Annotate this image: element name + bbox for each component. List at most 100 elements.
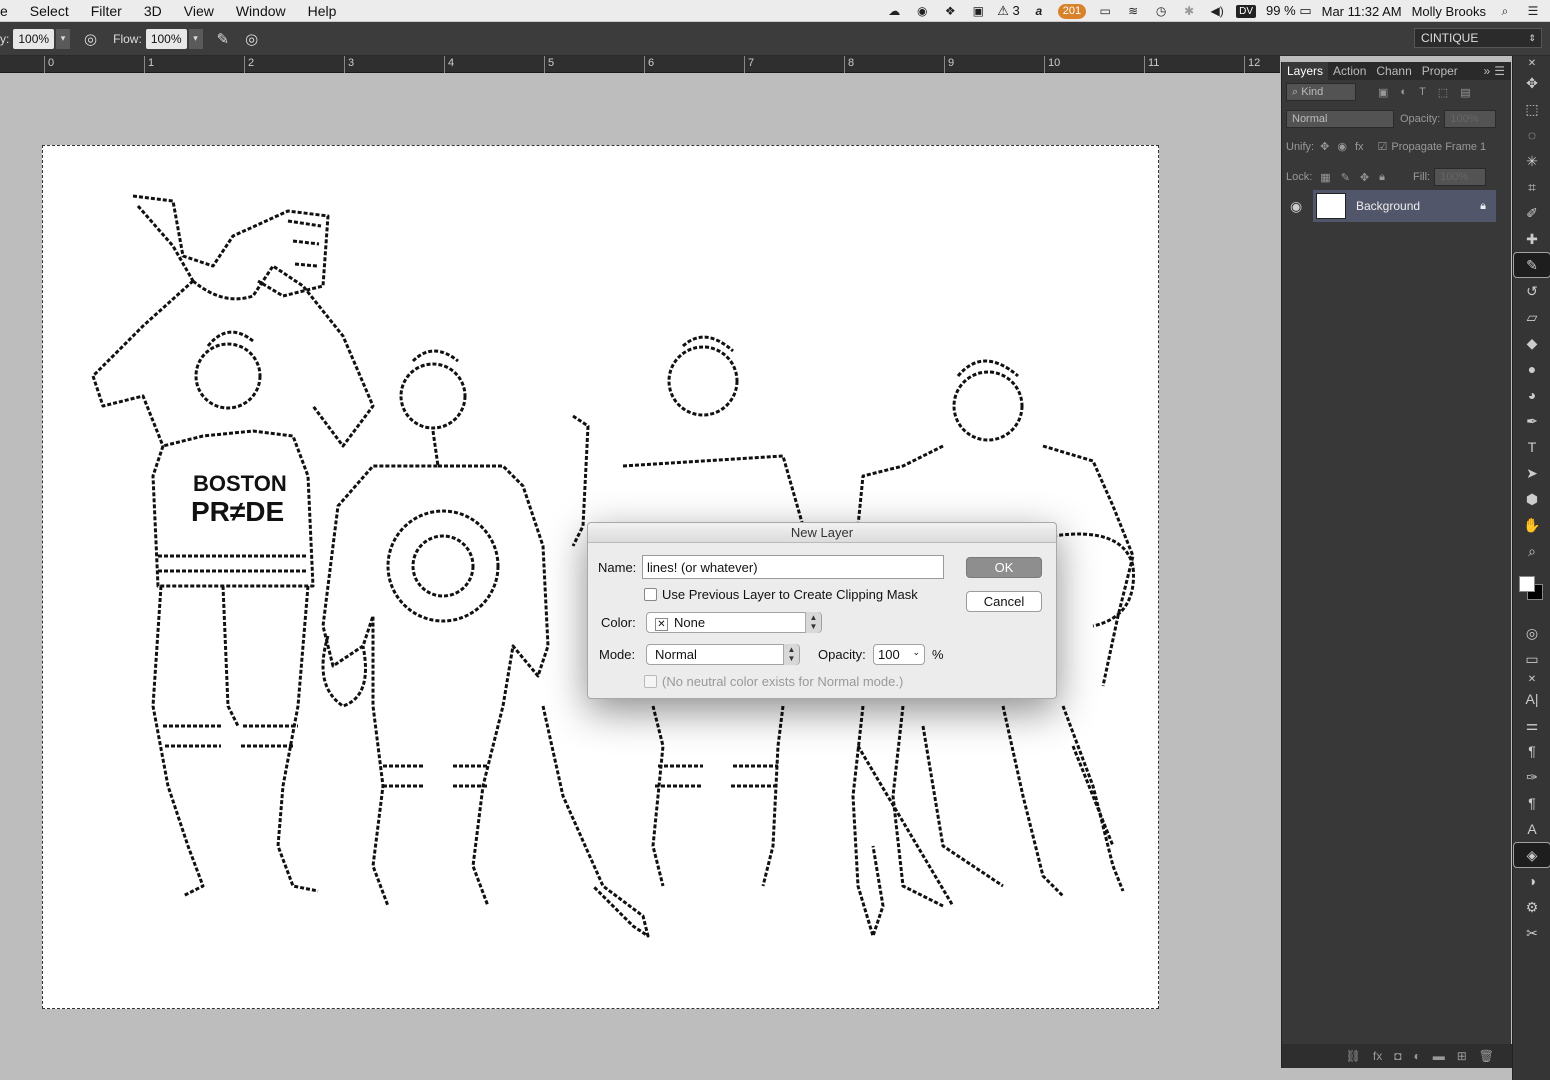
clipping-mask-checkbox[interactable] [644, 588, 657, 601]
add-mask-icon[interactable]: ◘ [1394, 1049, 1401, 1063]
menu-filter[interactable]: Filter [80, 3, 133, 19]
lock-image-icon[interactable]: ✎ [1341, 171, 1350, 184]
creative-cloud-icon[interactable]: ☁ [885, 4, 903, 18]
add-style-icon[interactable]: fx [1373, 1049, 1382, 1063]
brush-tool-icon[interactable]: ✎ [1513, 252, 1550, 278]
eraser-icon[interactable]: ▱ [1513, 304, 1550, 330]
foreground-color-swatch[interactable] [1519, 576, 1535, 592]
horizontal-ruler[interactable]: 0 1 2 3 4 5 6 7 8 9 10 11 12 [0, 56, 1280, 73]
unify-position-icon[interactable]: ✥ [1320, 140, 1329, 153]
tab-properties[interactable]: Proper [1417, 62, 1463, 80]
spotlight-icon[interactable]: ⌕ [1496, 4, 1514, 18]
layer-name-input[interactable] [642, 555, 944, 579]
menu-edit[interactable]: e [0, 3, 19, 19]
opacity-select[interactable]: 100 ⌄ [873, 644, 925, 665]
layer-row-background[interactable]: Background 🔒︎ [1313, 190, 1496, 222]
panel-menu-icon[interactable]: ☰ [1494, 64, 1511, 78]
eyedropper-icon[interactable]: ✐ [1513, 200, 1550, 226]
menu-window[interactable]: Window [225, 3, 297, 19]
opacity-field[interactable]: 100% [13, 28, 55, 49]
character-styles-icon[interactable]: A [1513, 816, 1550, 842]
layer-visibility-eye-icon[interactable]: ◉ [1290, 198, 1302, 215]
filter-pixel-icon[interactable]: ▣ [1378, 86, 1388, 99]
healing-brush-icon[interactable]: ✚ [1513, 226, 1550, 252]
menu-3d[interactable]: 3D [133, 3, 173, 19]
bluetooth-icon[interactable]: ✱ [1180, 4, 1198, 18]
airplay-icon[interactable]: ▭ [1096, 4, 1114, 18]
tools-panel-icon[interactable]: ✂ [1513, 920, 1550, 946]
blur-tool-icon[interactable]: ● [1513, 356, 1550, 382]
badge-count[interactable]: 201 [1057, 3, 1087, 19]
shape-tool-icon[interactable]: ⬢ [1513, 486, 1550, 512]
move-tool-icon[interactable]: ✥ [1513, 70, 1550, 96]
layer-lock-icon[interactable]: 🔒︎ [1480, 200, 1486, 213]
dropbox-icon[interactable]: ❖ [941, 4, 959, 18]
pressure-size-icon[interactable]: ◎ [245, 30, 258, 48]
menu-help[interactable]: Help [297, 3, 348, 19]
hand-tool-icon[interactable]: ✋ [1513, 512, 1550, 538]
notification-center-icon[interactable]: ☰ [1524, 4, 1542, 18]
unify-visibility-icon[interactable]: ◉ [1337, 140, 1347, 153]
cancel-button[interactable]: Cancel [966, 591, 1042, 612]
pressure-opacity-icon[interactable]: ◎ [84, 30, 97, 48]
pen-tool-icon[interactable]: ✒ [1513, 408, 1550, 434]
delete-layer-icon[interactable]: 🗑︎ [1479, 1049, 1494, 1063]
clock[interactable]: Mar 11:32 AM [1322, 4, 1402, 19]
tab-channels[interactable]: Chann [1371, 62, 1416, 80]
new-adjustment-icon[interactable]: ◐ [1413, 1049, 1420, 1063]
character-panel-icon[interactable]: A| [1513, 686, 1550, 712]
fill-field[interactable]: 100% [1434, 168, 1487, 186]
volume-icon[interactable]: ◀) [1208, 4, 1226, 18]
crop-tool-icon[interactable]: ⌗ [1513, 174, 1550, 200]
magic-wand-icon[interactable]: ✳ [1513, 148, 1550, 174]
lock-position-icon[interactable]: ✥ [1360, 171, 1369, 184]
unify-style-icon[interactable]: fx [1355, 141, 1364, 153]
tab-actions[interactable]: Action [1328, 62, 1371, 80]
type-tool-icon[interactable]: T [1513, 434, 1550, 460]
dv-icon[interactable]: DV [1236, 4, 1257, 18]
quick-mask-icon[interactable]: ◎ [1513, 620, 1550, 646]
ok-button[interactable]: OK [966, 557, 1042, 578]
wifi-icon[interactable]: ≋ [1124, 4, 1142, 18]
workspace-select[interactable]: CINTIQUE ⇕ [1414, 28, 1542, 48]
amazon-icon[interactable]: a [1030, 4, 1048, 18]
propagate-checkbox[interactable]: ☑ [1378, 140, 1388, 153]
sync-icon[interactable]: ◉ [913, 4, 931, 18]
mode-select[interactable]: Normal ▲ ▼ [646, 644, 800, 665]
chat-icon[interactable]: ▣ [969, 4, 987, 18]
notifications-item[interactable]: ⚠ 3 [997, 3, 1020, 19]
new-layer-icon[interactable]: ⊞ [1457, 1049, 1467, 1063]
time-machine-icon[interactable]: ◷ [1152, 4, 1170, 18]
history-brush-icon[interactable]: ↺ [1513, 278, 1550, 304]
lasso-tool-icon[interactable]: ◌ [1513, 122, 1550, 148]
path-select-icon[interactable]: ➤ [1513, 460, 1550, 486]
flow-field[interactable]: 100% [145, 28, 187, 49]
menu-view[interactable]: View [173, 3, 225, 19]
paint-bucket-icon[interactable]: ◆ [1513, 330, 1550, 356]
properties-panel-icon[interactable]: ⚙ [1513, 894, 1550, 920]
panel-expand-icon[interactable]: » [1484, 64, 1495, 78]
link-layers-icon[interactable]: ⛓ [1346, 1049, 1361, 1063]
paragraph-panel-icon[interactable]: ¶ [1513, 738, 1550, 764]
filter-type-icon[interactable]: T [1419, 86, 1426, 98]
layer-opacity-field[interactable]: 100% [1444, 110, 1497, 128]
dodge-tool-icon[interactable]: ◕ [1513, 382, 1550, 408]
lock-all-icon[interactable]: 🔒︎ [1379, 171, 1385, 184]
battery-status[interactable]: 99 % ▭ [1266, 3, 1312, 19]
filter-shape-icon[interactable]: ⬚ [1438, 86, 1448, 99]
paragraph-styles-icon[interactable]: ¶ [1513, 790, 1550, 816]
user-name[interactable]: Molly Brooks [1412, 4, 1486, 19]
airbrush-icon[interactable]: ✎ [217, 30, 230, 48]
new-group-icon[interactable]: ▬ [1433, 1049, 1445, 1063]
close-tools-icon[interactable]: ✕ [1513, 56, 1550, 70]
flow-dropdown-icon[interactable]: ▾ [188, 28, 203, 49]
kind-filter[interactable]: ⌕ Kind [1286, 83, 1356, 101]
marquee-tool-icon[interactable]: ⬚ [1513, 96, 1550, 122]
neutral-color-checkbox[interactable] [644, 675, 657, 688]
filter-adjust-icon[interactable]: ◐ [1400, 86, 1407, 98]
tab-layers[interactable]: Layers [1282, 62, 1329, 80]
filter-smart-icon[interactable]: ▤ [1460, 86, 1470, 99]
screen-mode-icon[interactable]: ▭ [1513, 646, 1550, 672]
channels-panel-icon[interactable]: ◑ [1513, 868, 1550, 894]
brush-settings-icon[interactable]: ⚌ [1513, 712, 1550, 738]
